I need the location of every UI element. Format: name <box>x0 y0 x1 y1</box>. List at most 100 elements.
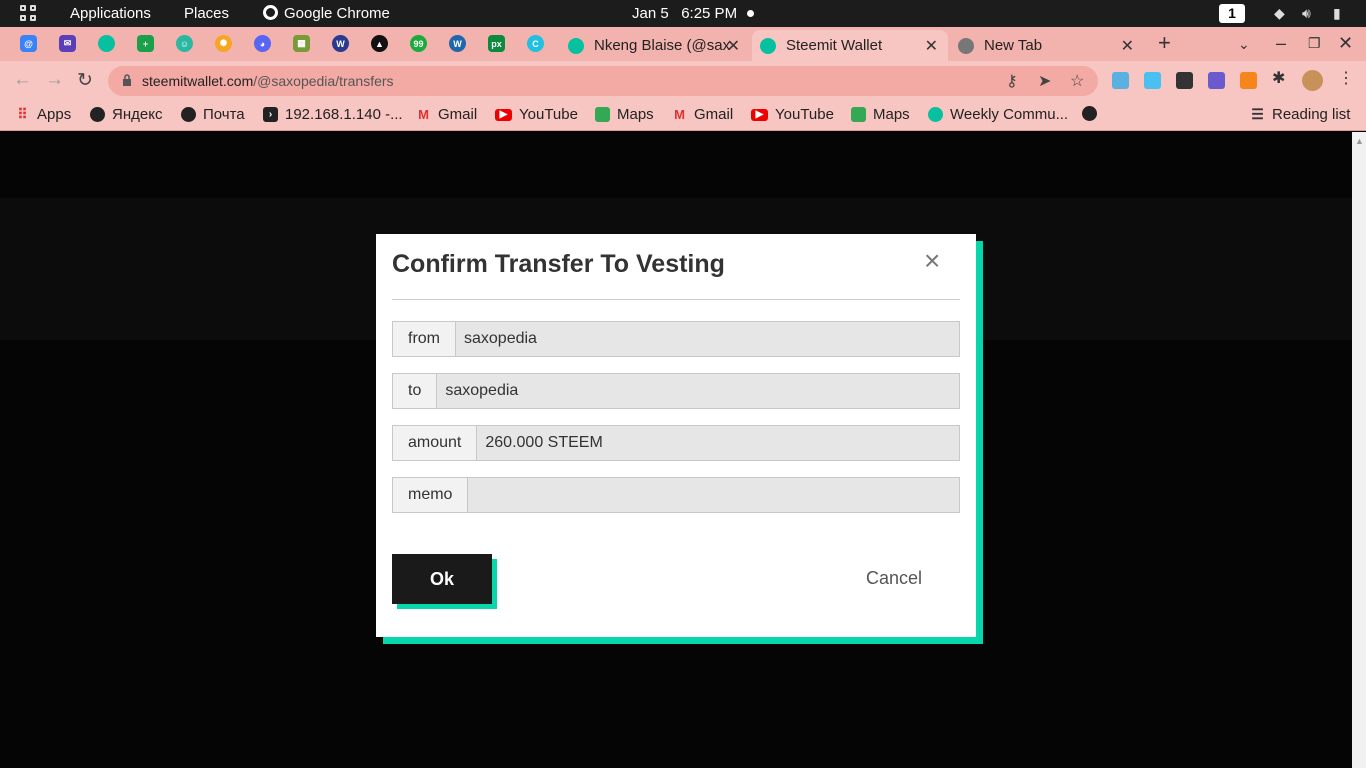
memo-field[interactable] <box>468 478 959 512</box>
back-arrow-icon[interactable]: ← <box>13 69 32 91</box>
new-tab-plus-icon[interactable]: + <box>1158 30 1171 56</box>
send-icon[interactable]: ➤ <box>1038 71 1051 91</box>
tab-title: New Tab <box>984 37 1043 54</box>
to-label: to <box>393 374 438 408</box>
close-tab-icon[interactable]: ✕ <box>727 36 740 56</box>
pinned-tab-99-icon[interactable]: 99 <box>410 35 427 52</box>
battery-icon[interactable]: ▮ <box>1333 5 1341 22</box>
pinned-tab-c-icon[interactable]: C <box>527 35 544 52</box>
pinned-tab-sheets-icon[interactable]: + <box>137 35 154 52</box>
from-label: from <box>393 322 456 356</box>
extension-link-icon[interactable] <box>1144 72 1161 89</box>
places-menu[interactable]: Places <box>184 5 229 22</box>
forward-arrow-icon[interactable]: → <box>45 69 64 91</box>
tab-search-chevron-icon[interactable]: ⌄ <box>1238 36 1250 53</box>
from-field[interactable] <box>456 322 959 356</box>
bookmark-globe[interactable] <box>1082 106 1104 121</box>
bookmark-label: YouTube <box>775 106 834 123</box>
chrome-icon <box>958 37 974 54</box>
memo-row: memo <box>392 477 960 513</box>
confirm-transfer-modal: Confirm Transfer To Vesting × from to am… <box>376 234 976 637</box>
tab-new-tab[interactable]: New Tab ✕ <box>950 30 1144 61</box>
lock-icon[interactable] <box>122 74 132 86</box>
wifi-icon[interactable]: ◆ <box>1274 5 1285 22</box>
tab-steemit-wallet[interactable]: Steemit Wallet ✕ <box>752 30 948 61</box>
bookmark-pochta[interactable]: Почта <box>181 106 245 123</box>
globe-icon <box>1082 106 1097 121</box>
bookmark-label: Apps <box>37 106 72 123</box>
close-icon[interactable]: × <box>924 245 940 277</box>
pinned-tab-messenger-icon[interactable]: @ <box>20 35 37 52</box>
restore-window-icon[interactable]: ❐ <box>1308 35 1321 52</box>
pinned-tab-sun-icon[interactable]: ✺ <box>215 35 232 52</box>
active-app-label: Google Chrome <box>284 5 390 22</box>
bookmark-label: Maps <box>617 106 654 123</box>
bookmark-label: Почта <box>203 106 245 123</box>
ok-button[interactable]: Ok <box>392 554 492 604</box>
address-bar[interactable]: steemitwallet.com/@saxopedia/transfers ⚷… <box>108 66 1098 96</box>
bookmark-weekly[interactable]: Weekly Commu... <box>928 106 1068 123</box>
youtube-icon: ▶ <box>751 108 768 121</box>
volume-icon[interactable]: 🔊︎ <box>1302 5 1311 22</box>
active-app-menu[interactable]: Google Chrome <box>263 5 390 22</box>
bookmark-apps[interactable]: ⠿ Apps <box>15 106 71 123</box>
bookmark-router[interactable]: › 192.168.1.140 -... <box>263 106 403 123</box>
memo-label: memo <box>393 478 469 512</box>
app-grid-icon[interactable] <box>20 5 38 23</box>
extensions-puzzle-icon[interactable]: ✱ <box>1272 68 1289 87</box>
to-row: to <box>392 373 960 409</box>
clock[interactable]: Jan 5 6:25 PM <box>632 5 737 22</box>
applications-menu[interactable]: Applications <box>70 5 151 22</box>
reload-icon[interactable]: ↻ <box>77 69 93 92</box>
bookmark-youtube[interactable]: ▶ YouTube <box>495 106 578 123</box>
notification-dot-icon <box>747 10 754 17</box>
bookmark-label: Maps <box>873 106 910 123</box>
bookmark-gmail-2[interactable]: M Gmail <box>672 106 733 123</box>
reading-list-icon: ☰ <box>1251 106 1264 122</box>
bookmark-star-icon[interactable]: ☆ <box>1070 71 1084 91</box>
pinned-tab-w-icon[interactable]: W <box>332 35 349 52</box>
scroll-up-icon[interactable]: ▲ <box>1355 136 1364 146</box>
bookmark-label: Weekly Commu... <box>950 106 1069 123</box>
pinned-tab-discord-icon[interactable]: ◕ <box>254 35 271 52</box>
extension-a-icon[interactable] <box>1112 72 1129 89</box>
steemit-icon <box>928 107 943 122</box>
page-scrollbar[interactable]: ▲ <box>1352 132 1366 768</box>
close-window-icon[interactable]: ✕ <box>1338 33 1353 54</box>
bookmark-maps[interactable]: Maps <box>595 106 654 123</box>
modal-divider <box>392 299 960 300</box>
pinned-tab-steemit-icon[interactable] <box>98 35 115 52</box>
key-icon[interactable]: ⚷ <box>1006 71 1018 91</box>
metamask-fox-icon[interactable] <box>1240 72 1257 89</box>
pinned-tab-mail-icon[interactable]: ✉ <box>59 35 76 52</box>
url-host: steemitwallet.com <box>142 73 254 89</box>
bookmark-maps-2[interactable]: Maps <box>851 106 910 123</box>
cancel-button[interactable]: Cancel <box>866 568 922 589</box>
pinned-tab-landscape-icon[interactable]: ▦ <box>293 35 310 52</box>
terminal-icon: › <box>263 107 278 122</box>
close-tab-icon[interactable]: ✕ <box>1121 36 1134 56</box>
to-field[interactable] <box>437 374 959 408</box>
profile-avatar[interactable] <box>1302 70 1323 91</box>
chrome-menu-icon[interactable]: ⋮ <box>1338 68 1355 87</box>
bookmark-gmail[interactable]: M Gmail <box>416 106 477 123</box>
tab-nkeng-blaise[interactable]: Nkeng Blaise (@sax ✕ <box>560 30 750 61</box>
bookmark-label: Gmail <box>694 106 734 123</box>
extension-r-icon[interactable] <box>1208 72 1225 89</box>
minimize-window-icon[interactable]: – <box>1276 33 1286 54</box>
pinned-tab-face-icon[interactable]: ☺ <box>176 35 193 52</box>
reading-list-button[interactable]: ☰ Reading list <box>1250 106 1350 123</box>
bookmarks-bar: ⠿ Apps Яндекс Почта › 192.168.1.140 -... M… <box>0 100 1366 131</box>
pinned-tab-pixiv-icon[interactable]: px <box>488 35 505 52</box>
extension-download-icon[interactable] <box>1176 72 1193 89</box>
bookmark-label: Gmail <box>438 106 478 123</box>
amount-field[interactable] <box>477 426 959 460</box>
pinned-tab-wordpress-icon[interactable]: W <box>449 35 466 52</box>
workspace-indicator[interactable]: 1 <box>1219 4 1245 23</box>
bookmark-youtube-2[interactable]: ▶ YouTube <box>751 106 834 123</box>
pinned-tab-chart-icon[interactable]: ▲ <box>371 35 388 52</box>
bookmark-yandex[interactable]: Яндекс <box>90 106 162 123</box>
bookmark-label: YouTube <box>519 106 578 123</box>
url-text: steemitwallet.com/@saxopedia/transfers <box>142 73 394 89</box>
close-tab-icon[interactable]: ✕ <box>925 36 938 56</box>
